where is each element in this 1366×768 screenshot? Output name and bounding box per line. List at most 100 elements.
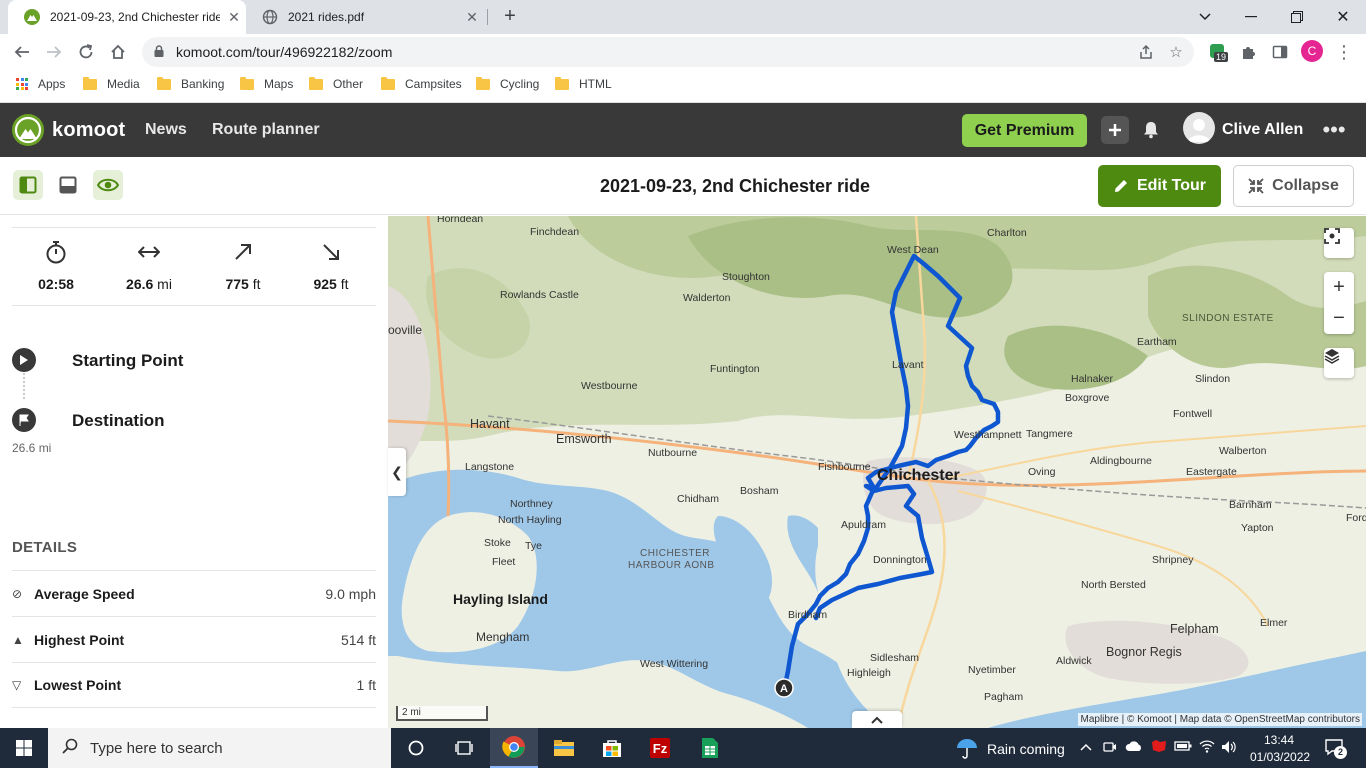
map-label-westbourne: Westbourne xyxy=(581,380,638,392)
collapse-arrows-icon xyxy=(1248,178,1264,194)
cortana-icon[interactable] xyxy=(392,728,440,768)
map-label-rowlands-castle: Rowlands Castle xyxy=(500,289,579,301)
edit-tour-label: Edit Tour xyxy=(1136,177,1207,194)
get-premium-button[interactable]: Get Premium xyxy=(962,114,1087,147)
destination-label[interactable]: Destination xyxy=(72,411,165,431)
notification-center-icon[interactable]: 2 xyxy=(1324,738,1347,759)
collapse-button[interactable]: Collapse xyxy=(1233,165,1354,207)
volume-icon[interactable] xyxy=(1221,740,1237,757)
map-label-donnington: Donnington xyxy=(873,554,927,566)
tab-search-chevron-icon[interactable] xyxy=(1182,0,1228,34)
map-label-lavant: Lavant xyxy=(892,359,924,371)
downhill-value: 925 xyxy=(313,276,337,292)
add-button[interactable] xyxy=(1101,116,1129,144)
browser-menu-icon[interactable]: ⋮ xyxy=(1334,42,1354,62)
reload-button[interactable] xyxy=(72,38,100,66)
bookmark-apps[interactable]: Apps xyxy=(16,75,65,93)
map-label-boxgrove: Boxgrove xyxy=(1065,392,1110,404)
bookmark-cycling[interactable]: Cycling xyxy=(476,75,539,93)
extension-badge-icon[interactable]: 19 xyxy=(1208,42,1229,62)
map-label-aonb-line1: CHICHESTER xyxy=(640,548,710,559)
close-tab-icon[interactable]: ✕ xyxy=(464,9,480,26)
map-label-chichester: Chichester xyxy=(877,467,960,484)
komoot-logo[interactable]: komoot xyxy=(12,114,125,146)
stat-uphill: 775 ft xyxy=(199,238,287,292)
more-options-icon[interactable]: ••• xyxy=(1320,116,1348,144)
forward-button[interactable] xyxy=(40,38,68,66)
onedrive-cloud-icon[interactable] xyxy=(1125,740,1143,755)
clock-date[interactable]: 01/03/2022 xyxy=(1250,750,1310,764)
share-icon[interactable] xyxy=(1132,37,1160,67)
notification-count: 2 xyxy=(1334,746,1347,759)
bookmark-banking[interactable]: Banking xyxy=(157,75,224,93)
side-panel-icon[interactable] xyxy=(1270,42,1290,62)
map-label-langstone: Langstone xyxy=(465,461,514,473)
user-avatar[interactable] xyxy=(1183,112,1215,144)
task-view-icon[interactable] xyxy=(440,728,488,768)
filezilla-icon[interactable]: Fz xyxy=(636,728,684,768)
extensions-puzzle-icon[interactable] xyxy=(1238,42,1258,62)
map-label-eastergate: Eastergate xyxy=(1186,466,1237,478)
file-explorer-icon[interactable] xyxy=(540,728,588,768)
zoom-out-button[interactable]: − xyxy=(1333,303,1345,334)
wifi-icon[interactable] xyxy=(1199,739,1215,756)
tab-pdf[interactable]: 2021 rides.pdf ✕ xyxy=(246,0,486,34)
weather-umbrella-icon[interactable] xyxy=(956,737,978,764)
tab-title: 2021-09-23, 2nd Chichester ride xyxy=(50,10,220,24)
red-app-tray-icon[interactable] xyxy=(1150,738,1168,757)
map-label-walderton: Walderton xyxy=(683,292,731,304)
detail-label: Lowest Point xyxy=(34,677,122,693)
map-label-waterlooville: ooville xyxy=(388,323,422,337)
close-window-button[interactable]: ✕ xyxy=(1320,0,1366,34)
spreadsheet-icon[interactable] xyxy=(686,728,734,768)
downhill-arrow-icon xyxy=(287,238,375,266)
nav-news[interactable]: News xyxy=(145,121,187,139)
tray-expand-chevron-icon[interactable] xyxy=(1080,739,1092,754)
bookmark-html[interactable]: HTML xyxy=(555,75,612,93)
map-layers-icon[interactable] xyxy=(1324,348,1354,378)
notifications-bell-icon[interactable] xyxy=(1137,116,1165,144)
bookmark-star-icon[interactable]: ☆ xyxy=(1162,37,1190,67)
meet-now-icon[interactable] xyxy=(1103,740,1117,757)
bookmark-other[interactable]: Other xyxy=(309,75,363,93)
nav-route-planner[interactable]: Route planner xyxy=(212,121,320,139)
extension-badge-count: 19 xyxy=(1214,52,1229,62)
taskbar-search[interactable]: Type here to search xyxy=(48,728,391,768)
stopwatch-icon xyxy=(12,238,100,266)
bookmark-campsites[interactable]: Campsites xyxy=(381,75,462,93)
new-tab-button[interactable]: + xyxy=(498,5,522,29)
microsoft-store-icon[interactable] xyxy=(588,728,636,768)
bottom-panel-chevron-icon[interactable] xyxy=(852,711,902,728)
minimize-button[interactable] xyxy=(1228,0,1274,34)
back-button[interactable] xyxy=(8,38,36,66)
detail-label: Highest Point xyxy=(34,631,125,648)
bookmark-media[interactable]: Media xyxy=(83,75,140,93)
tab-komoot[interactable]: 2021-09-23, 2nd Chichester ride ✕ xyxy=(8,0,246,34)
route-map[interactable]: Horndean Finchdean West Dean Charlton St… xyxy=(388,216,1366,728)
recenter-icon[interactable] xyxy=(1324,228,1354,258)
weather-text[interactable]: Rain coming xyxy=(987,741,1065,757)
battery-icon[interactable] xyxy=(1174,740,1192,755)
map-label-northney: Northney xyxy=(510,498,553,510)
windows-start-icon[interactable] xyxy=(0,728,48,768)
profile-avatar[interactable]: C xyxy=(1301,40,1323,62)
map-label-ford: Ford xyxy=(1346,512,1366,524)
home-button[interactable] xyxy=(104,38,132,66)
address-bar[interactable]: komoot.com/tour/496922182/zoom ☆ xyxy=(142,37,1194,67)
map-label-yapton: Yapton xyxy=(1241,522,1274,534)
panel-toggle-chevron-icon[interactable]: ❮ xyxy=(388,448,406,496)
chrome-taskbar-icon[interactable] xyxy=(490,728,538,768)
restore-button[interactable] xyxy=(1274,0,1320,34)
bookmark-label: Media xyxy=(107,77,140,91)
user-name[interactable]: Clive Allen xyxy=(1222,121,1303,139)
map-label-elmer: Elmer xyxy=(1260,617,1288,629)
map-label-nyetimber: Nyetimber xyxy=(968,664,1016,676)
close-tab-icon[interactable]: ✕ xyxy=(226,9,242,26)
clock-time[interactable]: 13:44 xyxy=(1264,733,1294,747)
bookmark-maps[interactable]: Maps xyxy=(240,75,293,93)
zoom-in-button[interactable]: + xyxy=(1333,272,1345,303)
map-label-finchdean: Finchdean xyxy=(530,226,579,238)
edit-tour-button[interactable]: Edit Tour xyxy=(1098,165,1221,207)
start-point-label[interactable]: Starting Point xyxy=(72,351,183,371)
map-label-slindon-estate: SLINDON ESTATE xyxy=(1182,313,1274,324)
